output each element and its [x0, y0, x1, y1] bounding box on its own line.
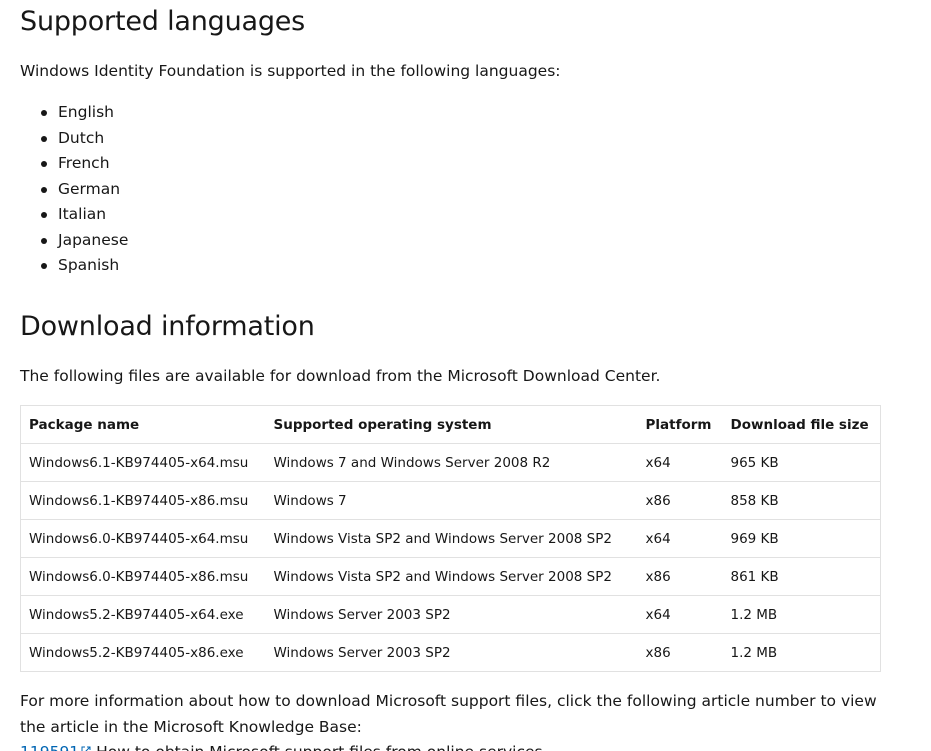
- cell-platform: x86: [637, 557, 723, 596]
- table-header-row: Package name Supported operating system …: [20, 405, 881, 444]
- list-item: Spanish: [40, 253, 128, 279]
- cell-file-size: 861 KB: [722, 557, 881, 596]
- cell-package-name: Windows5.2-KB974405-x64.exe: [20, 595, 266, 634]
- cell-file-size: 965 KB: [722, 443, 881, 482]
- cell-package-name: Windows5.2-KB974405-x86.exe: [20, 633, 266, 672]
- table-row: Windows6.0-KB974405-x64.msu Windows Vist…: [20, 519, 881, 558]
- download-intro: The following files are available for do…: [20, 367, 661, 385]
- cell-platform: x64: [637, 443, 723, 482]
- cell-platform: x64: [637, 519, 723, 558]
- table-row: Windows6.1-KB974405-x64.msu Windows 7 an…: [20, 443, 881, 482]
- table-row: Windows5.2-KB974405-x86.exe Windows Serv…: [20, 633, 881, 672]
- cell-supported-os: Windows Vista SP2 and Windows Server 200…: [265, 557, 638, 596]
- cell-file-size: 1.2 MB: [722, 633, 881, 672]
- list-item: Dutch: [40, 126, 128, 152]
- cell-file-size: 1.2 MB: [722, 595, 881, 634]
- cell-supported-os: Windows Vista SP2 and Windows Server 200…: [265, 519, 638, 558]
- cell-platform: x64: [637, 595, 723, 634]
- table-row: Windows5.2-KB974405-x64.exe Windows Serv…: [20, 595, 881, 634]
- cell-platform: x86: [637, 481, 723, 520]
- download-information-heading: Download information: [20, 311, 315, 342]
- kb-article-line: 119591 How to obtain Microsoft support f…: [20, 739, 543, 751]
- languages-intro: Windows Identity Foundation is supported…: [20, 62, 561, 80]
- list-item: English: [40, 100, 128, 126]
- cell-platform: x86: [637, 633, 723, 672]
- cell-file-size: 858 KB: [722, 481, 881, 520]
- column-header-supported-os: Supported operating system: [265, 405, 638, 444]
- list-item: Italian: [40, 202, 128, 228]
- cell-supported-os: Windows 7 and Windows Server 2008 R2: [265, 443, 638, 482]
- external-link-icon: [81, 746, 91, 751]
- list-item: French: [40, 151, 128, 177]
- cell-file-size: 969 KB: [722, 519, 881, 558]
- cell-package-name: Windows6.0-KB974405-x64.msu: [20, 519, 266, 558]
- languages-list: English Dutch French German Italian Japa…: [20, 100, 128, 279]
- cell-supported-os: Windows Server 2003 SP2: [265, 595, 638, 634]
- cell-package-name: Windows6.1-KB974405-x64.msu: [20, 443, 266, 482]
- article-page: Supported languages Windows Identity Fou…: [0, 0, 931, 751]
- cell-supported-os: Windows 7: [265, 481, 638, 520]
- cell-package-name: Windows6.1-KB974405-x86.msu: [20, 481, 266, 520]
- supported-languages-heading: Supported languages: [20, 6, 306, 37]
- kb-article-title: How to obtain Microsoft support files fr…: [96, 743, 543, 751]
- column-header-file-size: Download file size: [722, 405, 881, 444]
- cell-package-name: Windows6.0-KB974405-x86.msu: [20, 557, 266, 596]
- table-row: Windows6.0-KB974405-x86.msu Windows Vist…: [20, 557, 881, 596]
- kb-article-link[interactable]: 119591: [20, 743, 91, 751]
- more-info-paragraph: For more information about how to downlo…: [20, 692, 877, 736]
- kb-article-number: 119591: [20, 743, 79, 751]
- list-item: Japanese: [40, 228, 128, 254]
- cell-supported-os: Windows Server 2003 SP2: [265, 633, 638, 672]
- list-item: German: [40, 177, 128, 203]
- column-header-package-name: Package name: [20, 405, 266, 444]
- table-row: Windows6.1-KB974405-x86.msu Windows 7 x8…: [20, 481, 881, 520]
- column-header-platform: Platform: [637, 405, 723, 444]
- download-table: Package name Supported operating system …: [20, 405, 881, 672]
